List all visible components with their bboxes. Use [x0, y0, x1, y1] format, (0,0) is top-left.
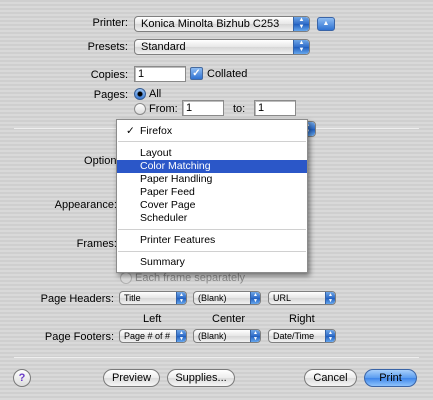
each-frame-label: Each frame separately — [135, 272, 246, 284]
pages-all-label: All — [149, 88, 162, 100]
pages-all-radio[interactable] — [134, 88, 146, 100]
header-center-value: (Blank) — [198, 293, 227, 303]
footer-left-value: Page # of # — [124, 331, 171, 341]
menu-separator — [118, 229, 306, 230]
preview-button[interactable]: Preview — [103, 369, 160, 387]
footer-left-select[interactable]: Page # of # ▲ ▼ — [119, 329, 187, 343]
header-right-value: URL — [273, 293, 292, 303]
footer-right-value: Date/Time — [273, 331, 315, 341]
collated-label: Collated — [207, 68, 248, 80]
footer-center-select[interactable]: (Blank) ▲ ▼ — [193, 329, 261, 343]
popup-arrows-icon: ▲▼ — [176, 292, 186, 304]
header-center-select[interactable]: (Blank) ▲ ▼ — [193, 291, 261, 305]
pages-from-radio[interactable] — [134, 103, 146, 115]
checkmark-icon: ✓ — [126, 125, 135, 137]
center-position-label: Center — [212, 313, 246, 325]
footer-center-value: (Blank) — [198, 331, 227, 341]
left-position-label: Left — [143, 313, 162, 325]
copies-field[interactable]: 1 — [134, 66, 186, 82]
menu-item-cover-page[interactable]: Cover Page — [117, 199, 307, 212]
menu-item-summary-label: Summary — [140, 256, 185, 268]
presets-select[interactable]: Standard ▲ ▼ — [134, 39, 310, 55]
menu-item-layout[interactable]: Layout — [117, 147, 307, 160]
page-footers-label: Page Footers: — [44, 331, 114, 343]
page-headers-label: Page Headers: — [40, 293, 114, 305]
menu-separator — [118, 251, 306, 252]
menu-item-color-matching-label: Color Matching — [140, 160, 211, 172]
bottom-separator — [14, 357, 419, 358]
header-left-select[interactable]: Title ▲ ▼ — [119, 291, 187, 305]
menu-item-paper-handling[interactable]: Paper Handling — [117, 173, 307, 186]
copies-label: Copies: — [90, 69, 128, 81]
header-right-select[interactable]: URL ▲ ▼ — [268, 291, 336, 305]
help-button[interactable]: ? — [13, 369, 31, 387]
menu-item-scheduler-label: Scheduler — [140, 212, 188, 224]
pages-from-field[interactable]: 1 — [182, 100, 224, 116]
menu-item-printer-features[interactable]: Printer Features — [117, 234, 307, 247]
popup-arrows-icon: ▲▼ — [293, 40, 309, 54]
popup-arrows-icon: ▲▼ — [176, 330, 186, 342]
popup-arrows-icon: ▲▼ — [250, 292, 260, 304]
presets-value: Standard — [141, 41, 186, 53]
panel-dropdown-menu: ✓ Firefox Layout Color Matching Paper Ha… — [116, 119, 308, 273]
menu-item-firefox-label: Firefox — [140, 125, 173, 137]
popup-arrows-icon: ▲▼ — [325, 292, 335, 304]
printer-select[interactable]: Konica Minolta Bizhub C253 ▲ ▼ — [134, 16, 310, 32]
each-frame-radio[interactable] — [120, 272, 132, 284]
menu-item-summary[interactable]: Summary — [117, 256, 307, 269]
printer-label: Printer: — [92, 17, 128, 29]
menu-item-scheduler[interactable]: Scheduler — [117, 212, 307, 225]
disclosure-triangle-button[interactable]: ▲ — [317, 17, 335, 31]
pages-label: Pages: — [93, 89, 128, 101]
right-position-label: Right — [289, 313, 315, 325]
pages-to-label: to: — [233, 103, 246, 115]
menu-item-firefox[interactable]: ✓ Firefox — [117, 125, 307, 138]
frames-label: Frames: — [76, 238, 117, 250]
menu-item-color-matching[interactable]: Color Matching — [117, 160, 307, 173]
pages-from-label: From: — [149, 103, 178, 115]
cancel-button[interactable]: Cancel — [304, 369, 357, 387]
menu-separator — [118, 141, 306, 142]
print-button[interactable]: Print — [364, 369, 417, 387]
pages-to-field[interactable]: 1 — [254, 100, 296, 116]
menu-item-printer-features-label: Printer Features — [140, 234, 216, 246]
presets-label: Presets: — [87, 41, 128, 53]
popup-arrows-icon: ▲▼ — [250, 330, 260, 342]
menu-item-paper-feed-label: Paper Feed — [140, 186, 195, 198]
popup-arrows-icon: ▲▼ — [325, 330, 335, 342]
menu-item-paper-feed[interactable]: Paper Feed — [117, 186, 307, 199]
appearance-label: Appearance: — [54, 199, 117, 211]
printer-value: Konica Minolta Bizhub C253 — [141, 18, 280, 30]
header-left-value: Title — [124, 293, 141, 303]
supplies-button[interactable]: Supplies... — [167, 369, 235, 387]
menu-item-paper-handling-label: Paper Handling — [140, 173, 213, 185]
footer-right-select[interactable]: Date/Time ▲ ▼ — [268, 329, 336, 343]
collated-checkbox[interactable]: ✓ — [190, 67, 203, 80]
popup-arrows-icon: ▲▼ — [293, 17, 309, 31]
menu-item-cover-page-label: Cover Page — [140, 199, 196, 211]
menu-item-layout-label: Layout — [140, 147, 172, 159]
